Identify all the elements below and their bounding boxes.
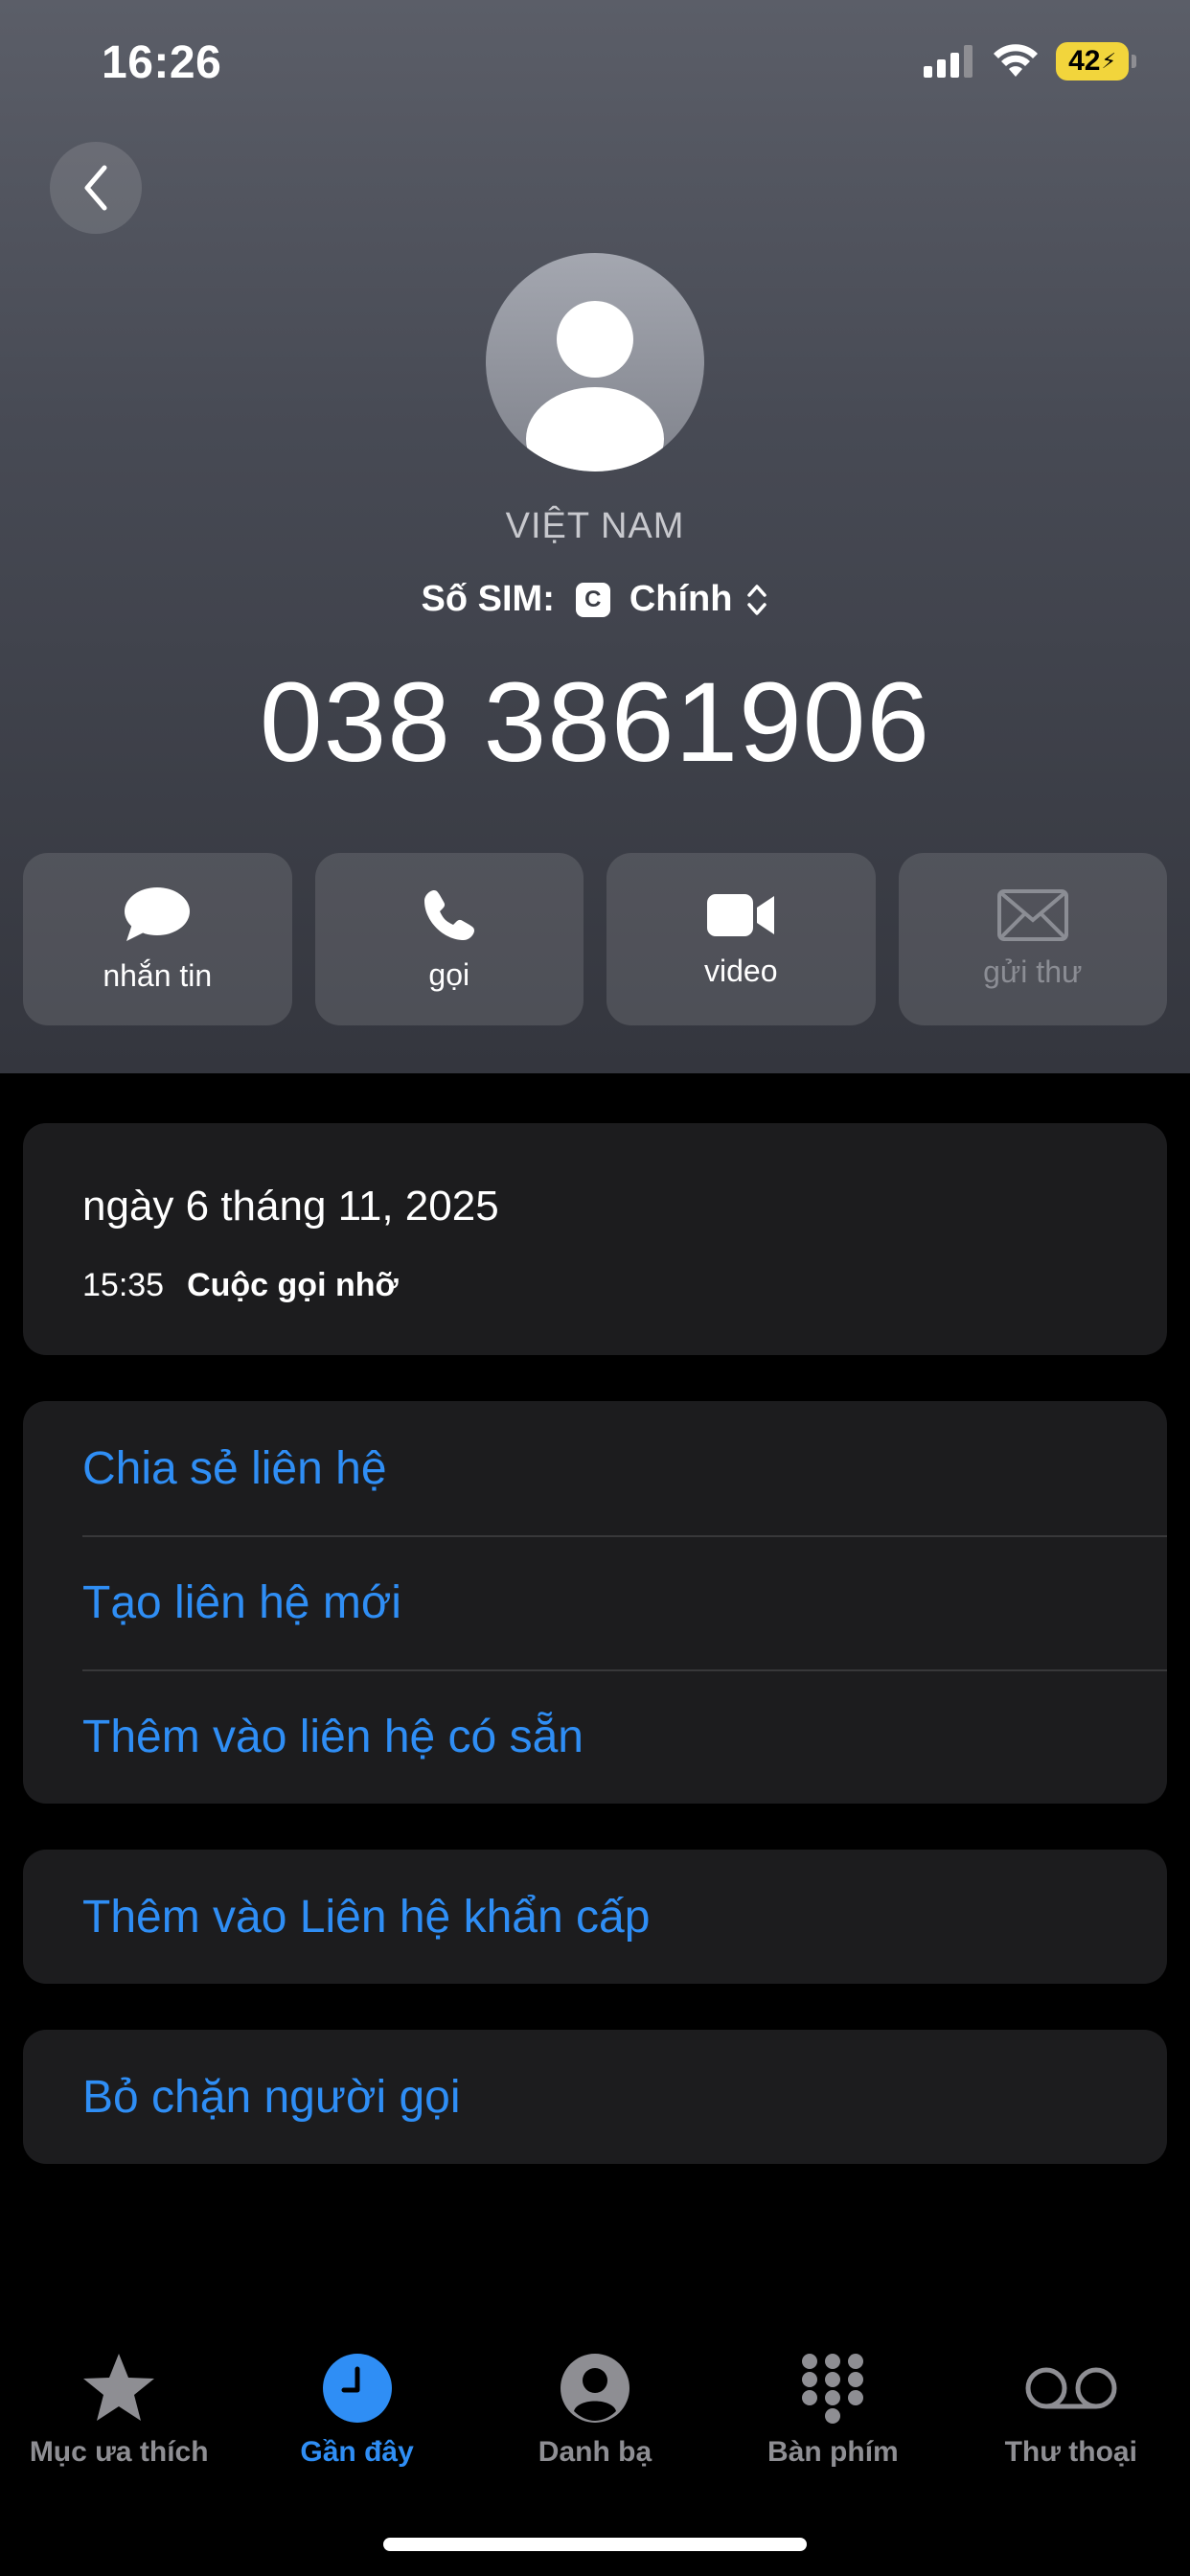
envelope-icon — [996, 888, 1068, 941]
phone-number: 038 3861906 — [259, 659, 931, 786]
tab-keypad[interactable]: Bàn phím — [714, 2338, 951, 2492]
recent-call-time: 15:35 — [82, 1267, 165, 1303]
contact-country: VIỆT NAM — [505, 506, 685, 546]
tab-contacts-label: Danh bạ — [538, 2436, 652, 2468]
action-buttons: nhắn tin gọi video gửi thư — [23, 853, 1167, 1025]
sim-badge: C — [575, 582, 610, 617]
message-label: nhắn tin — [103, 957, 213, 993]
sim-label: Số SIM: — [421, 579, 555, 619]
recent-call-card: ngày 6 tháng 11, 2025 15:35 Cuộc gọi nhỡ — [23, 1123, 1167, 1355]
contact-header: 16:26 42 ⚡ VIỆT NAM Số SIM: C Chính 038 … — [0, 0, 1190, 1073]
contact-options: Chia sẻ liên hệ Tạo liên hệ mới Thêm vào… — [23, 1401, 1167, 1804]
star-icon — [83, 2354, 155, 2421]
recent-call-type: Cuộc gọi nhỡ — [187, 1267, 399, 1303]
tab-recents-label: Gần đây — [300, 2436, 414, 2468]
sim-value: Chính — [629, 579, 733, 619]
status-icons: 42 ⚡ — [924, 42, 1136, 80]
chevron-up-down-icon — [747, 584, 767, 615]
video-label: video — [704, 953, 778, 988]
tab-keypad-label: Bàn phím — [767, 2436, 899, 2468]
tab-bar: Mục ưa thích Gần đây Danh bạ Bàn phím Th… — [0, 2338, 1190, 2492]
home-indicator[interactable] — [383, 2538, 807, 2551]
add-to-existing-contact-button[interactable]: Thêm vào liên hệ có sẵn — [23, 1669, 1167, 1804]
create-contact-button[interactable]: Tạo liên hệ mới — [23, 1535, 1167, 1669]
unblock-caller-button[interactable]: Bỏ chặn người gọi — [23, 2030, 1167, 2164]
status-time: 16:26 — [102, 37, 222, 88]
voicemail-icon — [1025, 2367, 1117, 2409]
clock-icon — [322, 2354, 392, 2423]
back-button[interactable] — [50, 142, 142, 234]
video-button[interactable]: video — [606, 853, 876, 1025]
recent-call-row: 15:35 Cuộc gọi nhỡ — [82, 1267, 399, 1304]
call-button[interactable]: gọi — [314, 853, 584, 1025]
video-camera-icon — [707, 893, 775, 936]
mail-button[interactable]: gửi thư — [898, 853, 1167, 1025]
share-contact-button[interactable]: Chia sẻ liên hệ — [23, 1401, 1167, 1535]
charging-bolt-icon: ⚡ — [1101, 49, 1116, 73]
tab-contacts[interactable]: Danh bạ — [476, 2338, 714, 2492]
avatar — [486, 253, 704, 472]
tab-recents[interactable]: Gần đây — [238, 2338, 475, 2492]
person-silhouette-icon — [526, 301, 664, 472]
message-bubble-icon — [125, 886, 191, 941]
person-circle-icon — [560, 2354, 629, 2423]
call-label: gọi — [428, 956, 470, 992]
recent-call-date: ngày 6 tháng 11, 2025 — [82, 1183, 499, 1230]
tab-favorites[interactable]: Mục ưa thích — [0, 2338, 238, 2492]
chevron-left-icon — [84, 165, 107, 211]
sim-selector[interactable]: Số SIM: C Chính — [0, 579, 1190, 620]
message-button[interactable]: nhắn tin — [23, 853, 292, 1025]
battery-indicator: 42 ⚡ — [1056, 42, 1136, 80]
tab-voicemail[interactable]: Thư thoại — [952, 2338, 1190, 2492]
keypad-icon — [802, 2354, 864, 2424]
add-emergency-contact-button[interactable]: Thêm vào Liên hệ khẩn cấp — [23, 1850, 1167, 1984]
status-bar: 16:26 42 ⚡ — [0, 0, 1190, 134]
phone-icon — [423, 889, 474, 940]
mail-label: gửi thư — [983, 954, 1083, 989]
tab-voicemail-label: Thư thoại — [1004, 2436, 1137, 2468]
battery-level: 42 — [1068, 45, 1101, 77]
tab-favorites-label: Mục ưa thích — [29, 2436, 209, 2468]
cellular-signal-icon — [924, 45, 973, 78]
wifi-icon — [994, 44, 1038, 77]
